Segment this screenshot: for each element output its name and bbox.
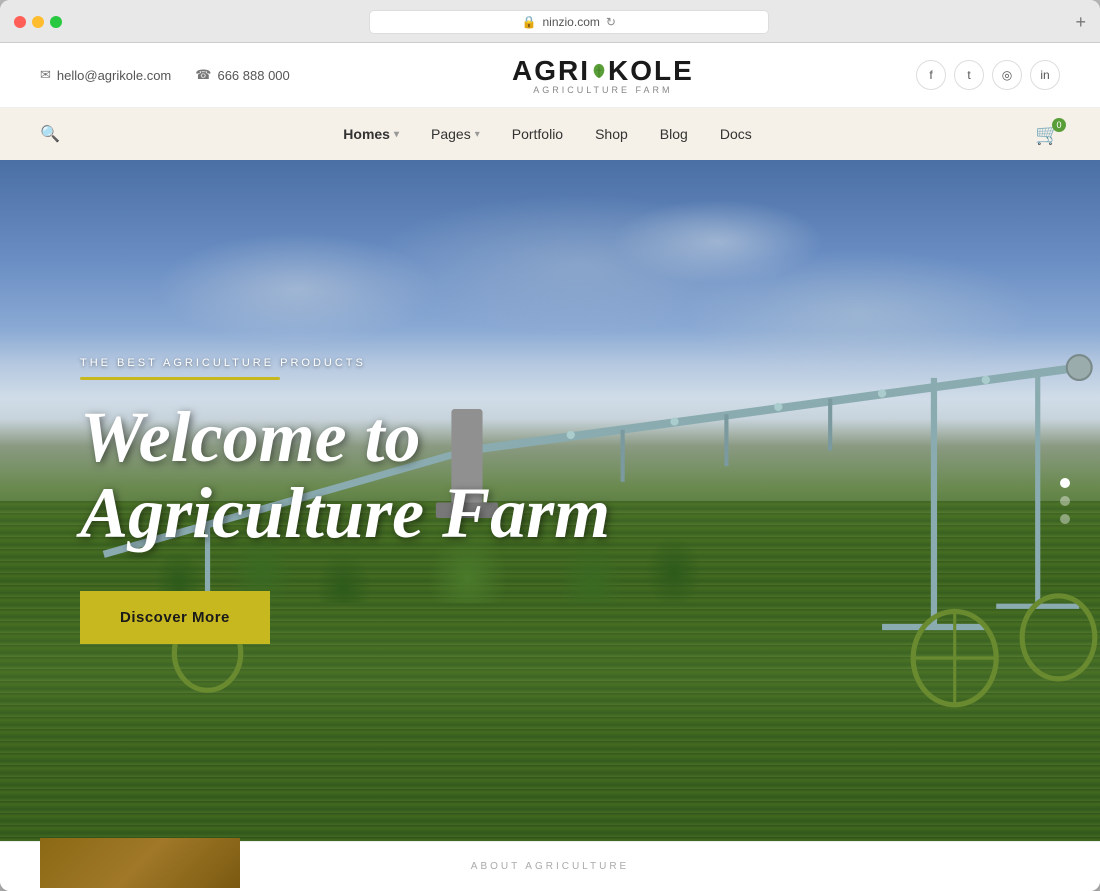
nav-label-portfolio: Portfolio [512, 126, 563, 142]
nav-label-homes: Homes [343, 126, 390, 142]
slider-dot-1[interactable] [1060, 478, 1070, 488]
address-bar[interactable]: 🔒 ninzio.com ↻ [369, 10, 769, 34]
email-address: hello@agrikole.com [57, 68, 171, 83]
bottom-thumbnail [40, 838, 240, 888]
nav-item-blog[interactable]: Blog [644, 108, 704, 160]
hero-subtitle-underline [80, 377, 280, 380]
logo-subtitle: AGRICULTURE FARM [512, 85, 694, 95]
chevron-down-icon: ▾ [394, 129, 399, 140]
url-text: ninzio.com [543, 15, 600, 29]
twitter-icon[interactable]: t [954, 60, 984, 90]
slider-dots [1060, 478, 1070, 524]
slider-dot-3[interactable] [1060, 514, 1070, 524]
logo-area[interactable]: AGRI KOLE AGRICULTURE FARM [512, 55, 694, 95]
about-label: ABOUT AGRICULTURE [471, 861, 629, 872]
security-icon: 🔒 [522, 15, 537, 29]
top-bar: ✉ hello@agrikole.com ☎ 666 888 000 AGRI [0, 43, 1100, 108]
hero-title-line2: Agriculture Farm [80, 473, 610, 553]
nav-label-docs: Docs [720, 126, 752, 142]
hero-title-line1: Welcome to [80, 397, 421, 477]
nav-item-shop[interactable]: Shop [579, 108, 644, 160]
nav-item-docs[interactable]: Docs [704, 108, 768, 160]
reload-icon[interactable]: ↻ [606, 15, 616, 29]
logo-leaf-icon [592, 63, 606, 79]
search-icon[interactable]: 🔍 [40, 124, 60, 144]
nav-label-shop: Shop [595, 126, 628, 142]
logo-text: AGRI KOLE [512, 55, 694, 87]
nav-cart[interactable]: 🛒 0 [1035, 122, 1060, 147]
new-tab-button[interactable]: + [1075, 12, 1086, 33]
email-contact: ✉ hello@agrikole.com [40, 67, 171, 83]
cart-badge: 0 [1052, 118, 1066, 132]
address-bar-wrapper: 🔒 ninzio.com ↻ [74, 10, 1063, 34]
nav-item-portfolio[interactable]: Portfolio [496, 108, 579, 160]
minimize-button[interactable] [32, 16, 44, 28]
facebook-icon[interactable]: f [916, 60, 946, 90]
phone-icon: ☎ [195, 67, 211, 83]
discover-more-button[interactable]: Discover More [80, 591, 270, 644]
slider-dot-2[interactable] [1060, 496, 1070, 506]
traffic-lights [14, 16, 62, 28]
hero-content: THE BEST AGRICULTURE PRODUCTS Welcome to… [0, 160, 1100, 841]
phone-number: 666 888 000 [217, 68, 289, 83]
footer-strip: ABOUT AGRICULTURE [0, 841, 1100, 891]
close-button[interactable] [14, 16, 26, 28]
browser-window: 🔒 ninzio.com ↻ + ✉ hello@agrikole.com ☎ … [0, 0, 1100, 891]
hero-subtitle: THE BEST AGRICULTURE PRODUCTS [80, 357, 1020, 369]
chevron-down-icon-2: ▾ [475, 129, 480, 140]
phone-contact: ☎ 666 888 000 [195, 67, 290, 83]
nav-item-homes[interactable]: Homes ▾ [327, 108, 415, 160]
hero-title: Welcome to Agriculture Farm [80, 400, 680, 551]
instagram-icon[interactable]: ◎ [992, 60, 1022, 90]
browser-chrome: 🔒 ninzio.com ↻ + [0, 0, 1100, 43]
nav-label-blog: Blog [660, 126, 688, 142]
logo-name: AGRI [512, 55, 590, 87]
website-content: ✉ hello@agrikole.com ☎ 666 888 000 AGRI [0, 43, 1100, 891]
nav-label-pages: Pages [431, 126, 471, 142]
nav-menu: Homes ▾ Pages ▾ Portfolio Shop Blog Docs [327, 108, 767, 160]
nav-item-pages[interactable]: Pages ▾ [415, 108, 496, 160]
maximize-button[interactable] [50, 16, 62, 28]
logo-name-end: KOLE [608, 55, 694, 87]
social-icons: f t ◎ in [916, 60, 1060, 90]
nav-bar: 🔍 Homes ▾ Pages ▾ Portfolio Shop Blog [0, 108, 1100, 160]
contact-info: ✉ hello@agrikole.com ☎ 666 888 000 [40, 67, 290, 83]
hero-section: THE BEST AGRICULTURE PRODUCTS Welcome to… [0, 160, 1100, 841]
email-icon: ✉ [40, 67, 51, 83]
linkedin-icon[interactable]: in [1030, 60, 1060, 90]
